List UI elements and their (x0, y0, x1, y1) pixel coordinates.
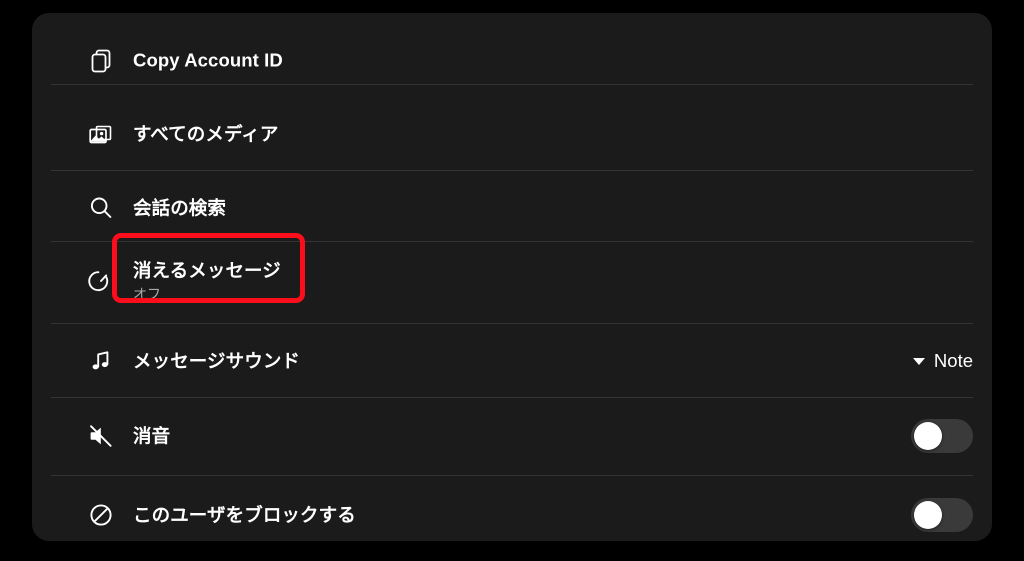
speaker-mute-icon (81, 416, 121, 456)
message-sound-dropdown[interactable]: Note (912, 350, 973, 372)
menu-item-disappearing-messages[interactable]: 消えるメッセージ オフ (32, 244, 992, 318)
menu-item-label: 消音 (133, 425, 171, 447)
conversation-settings-panel: Copy Account ID すべてのメディア 会話の検索 消えるメッセージ … (32, 13, 992, 541)
divider (51, 397, 973, 398)
menu-item-text: 消音 (133, 424, 170, 447)
divider (51, 241, 973, 242)
menu-item-text: このユーザをブロックする (133, 503, 356, 526)
menu-item-label: すべてのメディア (133, 123, 279, 145)
screen: Copy Account ID すべてのメディア 会話の検索 消えるメッセージ … (0, 0, 1024, 561)
menu-item-label: メッセージサウンド (133, 350, 301, 372)
mute-toggle[interactable] (911, 419, 973, 453)
toggle-knob (914, 422, 942, 450)
menu-item-text: メッセージサウンド (133, 349, 300, 372)
block-user-toggle[interactable] (911, 498, 973, 532)
divider (51, 84, 973, 85)
menu-item-text: Copy Account ID (133, 48, 283, 71)
menu-item-sublabel: オフ (133, 285, 161, 302)
toggle-knob (914, 501, 942, 529)
menu-item-all-media[interactable]: すべてのメディア (32, 97, 992, 171)
menu-item-mute[interactable]: 消音 (32, 399, 992, 473)
menu-item-label: 会話の検索 (133, 197, 227, 219)
photo-icon (81, 114, 121, 154)
menu-item-message-sound[interactable]: メッセージサウンド Note (32, 324, 992, 398)
search-icon (81, 188, 121, 228)
menu-item-text: 会話の検索 (133, 196, 226, 219)
copy-icon (81, 40, 121, 80)
timer-icon (81, 261, 121, 301)
music-note-icon (81, 341, 121, 381)
menu-item-block-user[interactable]: このユーザをブロックする (32, 478, 992, 541)
menu-item-label: 消えるメッセージ (133, 259, 281, 281)
menu-item-label: Copy Account ID (133, 49, 283, 71)
divider (51, 475, 973, 476)
menu-item-label: このユーザをブロックする (133, 504, 356, 526)
message-sound-value: Note (933, 350, 973, 371)
menu-item-text: 消えるメッセージ オフ (133, 259, 281, 303)
block-circle-icon (81, 495, 121, 535)
menu-item-copy-account-id[interactable]: Copy Account ID (32, 23, 992, 97)
menu-item-text: すべてのメディア (133, 122, 278, 145)
menu-item-search-conversation[interactable]: 会話の検索 (32, 171, 992, 245)
chevron-down-icon (912, 357, 925, 365)
